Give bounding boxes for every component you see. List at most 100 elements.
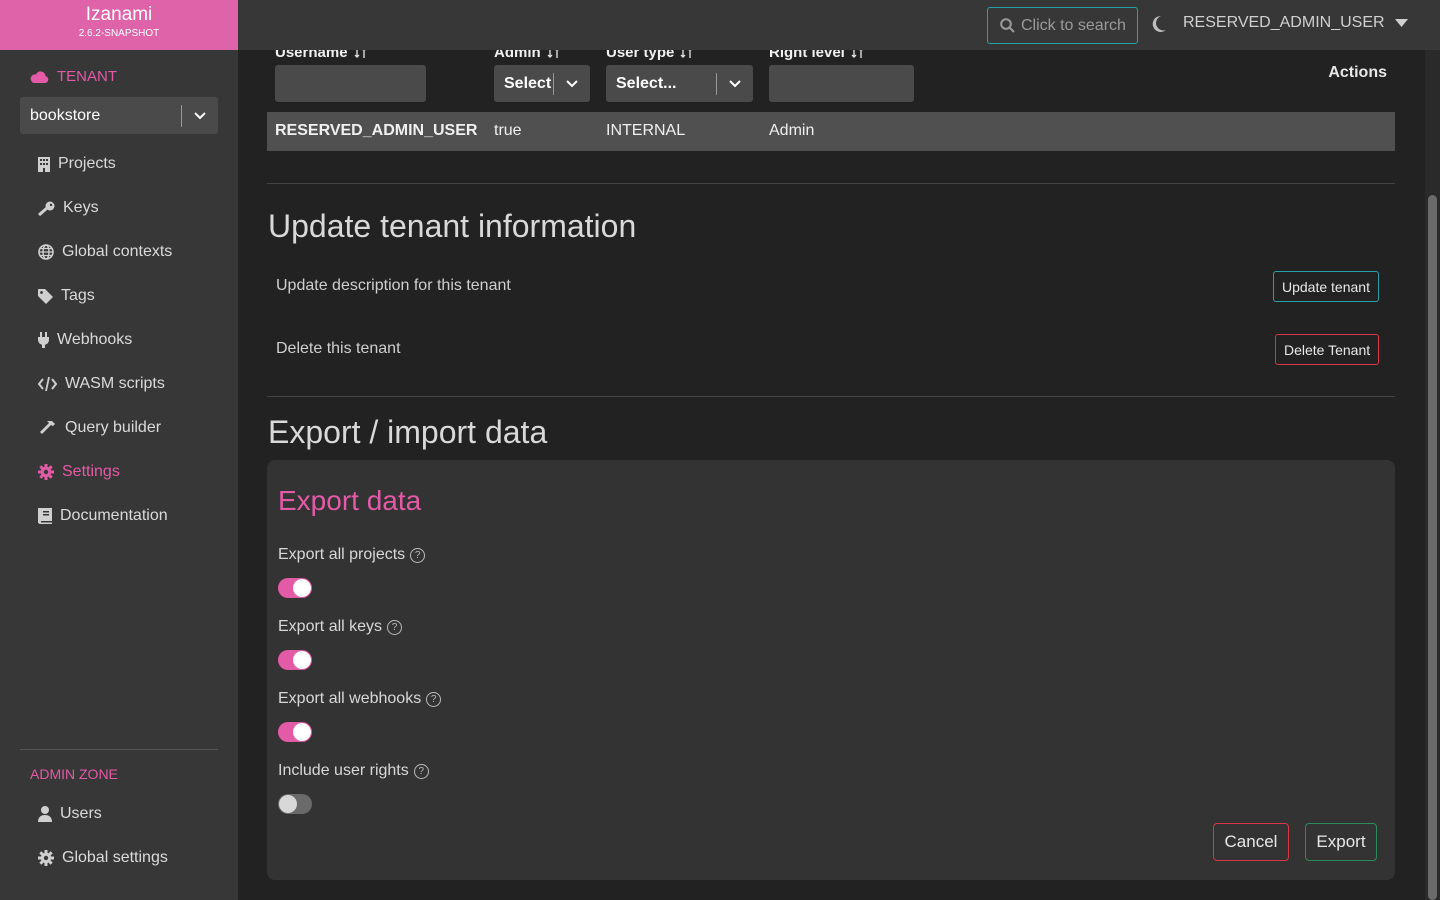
- cloud-icon: [30, 70, 49, 83]
- tenant-header-label: TENANT: [57, 68, 117, 85]
- admin-filter-select[interactable]: Select: [494, 65, 590, 102]
- sidebar-item-projects[interactable]: Projects: [38, 152, 116, 176]
- globe-icon: [38, 244, 54, 260]
- cell-user-type: INTERNAL: [606, 122, 686, 139]
- column-header-actions: Actions: [1328, 64, 1387, 81]
- option-label: Export all projects: [278, 546, 406, 563]
- sidebar-item-label: Documentation: [60, 507, 168, 524]
- update-description-label: Update description for this tenant: [276, 277, 511, 294]
- cell-username: RESERVED_ADMIN_USER: [275, 122, 478, 139]
- cancel-button[interactable]: Cancel: [1213, 823, 1289, 861]
- update-tenant-title: Update tenant information: [268, 208, 637, 244]
- sidebar-item-label: Users: [60, 805, 102, 822]
- sidebar-item-webhooks[interactable]: Webhooks: [38, 328, 132, 352]
- export-import-title: Export / import data: [268, 414, 548, 450]
- option-label: Export all keys: [278, 618, 383, 635]
- plug-icon: [38, 332, 49, 348]
- search-icon: [1000, 18, 1015, 33]
- divider: [20, 749, 218, 750]
- option-label: Export all webhooks: [278, 690, 422, 707]
- cell-right-level: Admin: [769, 122, 815, 139]
- admin-filter-value: Select: [504, 74, 552, 92]
- book-icon: [38, 508, 52, 524]
- user-icon: [38, 806, 52, 822]
- key-icon: [38, 201, 55, 216]
- tag-icon: [38, 288, 53, 304]
- table-row[interactable]: RESERVED_ADMIN_USER true INTERNAL Admin: [267, 112, 1395, 151]
- search-button[interactable]: Click to search: [987, 7, 1138, 44]
- sidebar-item-label: Keys: [63, 199, 99, 216]
- include-user-rights-toggle[interactable]: [278, 794, 312, 814]
- search-label: Click to search: [1021, 16, 1126, 34]
- chevron-down-icon[interactable]: [554, 79, 590, 88]
- brand-version: 2.6.2-SNAPSHOT: [78, 28, 160, 39]
- sidebar-item-global-settings[interactable]: Global settings: [38, 846, 168, 870]
- user-type-filter-select[interactable]: Select...: [606, 65, 753, 102]
- sidebar-item-label: Global contexts: [62, 243, 173, 260]
- user-type-filter-value: Select...: [616, 74, 677, 92]
- sidebar-item-label: Global settings: [62, 849, 168, 866]
- delete-tenant-button[interactable]: Delete Tenant: [1275, 334, 1380, 365]
- chevron-down-icon[interactable]: [717, 79, 753, 88]
- sidebar: Izanami 2.6.2-SNAPSHOT TENANT bookstore …: [0, 0, 238, 900]
- sidebar-item-wasm-scripts[interactable]: WASM scripts: [38, 372, 165, 396]
- brand-name: Izanami: [85, 4, 153, 25]
- sidebar-item-query-builder[interactable]: Query builder: [38, 416, 161, 440]
- scrollbar-thumb[interactable]: [1428, 195, 1437, 900]
- gear-icon: [38, 464, 54, 480]
- sidebar-item-label: Tags: [61, 287, 95, 304]
- help-icon[interactable]: ?: [413, 763, 429, 779]
- export-keys-toggle[interactable]: [278, 650, 312, 670]
- export-button[interactable]: Export: [1305, 823, 1377, 861]
- tenant-select-value: bookstore: [30, 106, 101, 124]
- user-menu[interactable]: RESERVED_ADMIN_USER: [1183, 14, 1408, 32]
- export-webhooks-toggle[interactable]: [278, 722, 312, 742]
- tenant-select[interactable]: bookstore: [20, 97, 218, 134]
- code-icon: [38, 377, 57, 391]
- delete-tenant-label: Delete this tenant: [276, 340, 401, 357]
- help-icon[interactable]: ?: [410, 547, 426, 563]
- right-level-filter-input[interactable]: [769, 65, 914, 102]
- tenant-header: TENANT: [30, 68, 117, 85]
- hammer-icon: [40, 421, 55, 434]
- sidebar-item-users[interactable]: Users: [38, 802, 102, 826]
- moon-icon[interactable]: [1151, 15, 1167, 38]
- export-webhooks-label: Export all webhooks ?: [278, 690, 442, 708]
- export-data-card: Export data Export all projects ? Export…: [267, 460, 1395, 880]
- include-user-rights-label: Include user rights ?: [278, 762, 429, 780]
- sidebar-item-label: Webhooks: [57, 331, 133, 348]
- gear-icon: [38, 850, 54, 866]
- caret-down-icon: [1394, 19, 1408, 27]
- sidebar-item-label: Settings: [62, 463, 120, 480]
- sidebar-item-label: WASM scripts: [65, 375, 165, 392]
- sidebar-item-global-contexts[interactable]: Global contexts: [38, 240, 172, 264]
- admin-zone-header: ADMIN ZONE: [30, 766, 118, 782]
- help-icon[interactable]: ?: [387, 619, 403, 635]
- sidebar-item-documentation[interactable]: Documentation: [38, 504, 168, 528]
- option-label: Include user rights: [278, 762, 409, 779]
- cell-admin: true: [494, 122, 522, 139]
- username-filter-input[interactable]: [275, 65, 426, 102]
- divider: [267, 183, 1395, 184]
- sidebar-item-label: Query builder: [65, 419, 162, 436]
- sidebar-item-keys[interactable]: Keys: [38, 196, 99, 220]
- export-data-title: Export data: [278, 485, 422, 516]
- sidebar-item-label: Projects: [58, 155, 116, 172]
- user-name: RESERVED_ADMIN_USER: [1183, 14, 1385, 31]
- update-tenant-button[interactable]: Update tenant: [1273, 271, 1379, 302]
- sidebar-item-settings[interactable]: Settings: [38, 460, 120, 484]
- export-projects-label: Export all projects ?: [278, 546, 426, 564]
- chevron-down-icon[interactable]: [182, 97, 218, 134]
- export-keys-label: Export all keys ?: [278, 618, 403, 636]
- toggle-knob: [293, 579, 311, 597]
- export-projects-toggle[interactable]: [278, 578, 312, 598]
- toggle-knob: [293, 723, 311, 741]
- brand-logo[interactable]: Izanami 2.6.2-SNAPSHOT: [0, 0, 238, 50]
- divider: [267, 396, 1395, 397]
- help-icon[interactable]: ?: [426, 691, 442, 707]
- sidebar-item-tags[interactable]: Tags: [38, 284, 95, 308]
- topbar: Click to search RESERVED_ADMIN_USER: [238, 0, 1440, 50]
- toggle-knob: [279, 795, 297, 813]
- building-icon: [38, 156, 50, 172]
- toggle-knob: [293, 651, 311, 669]
